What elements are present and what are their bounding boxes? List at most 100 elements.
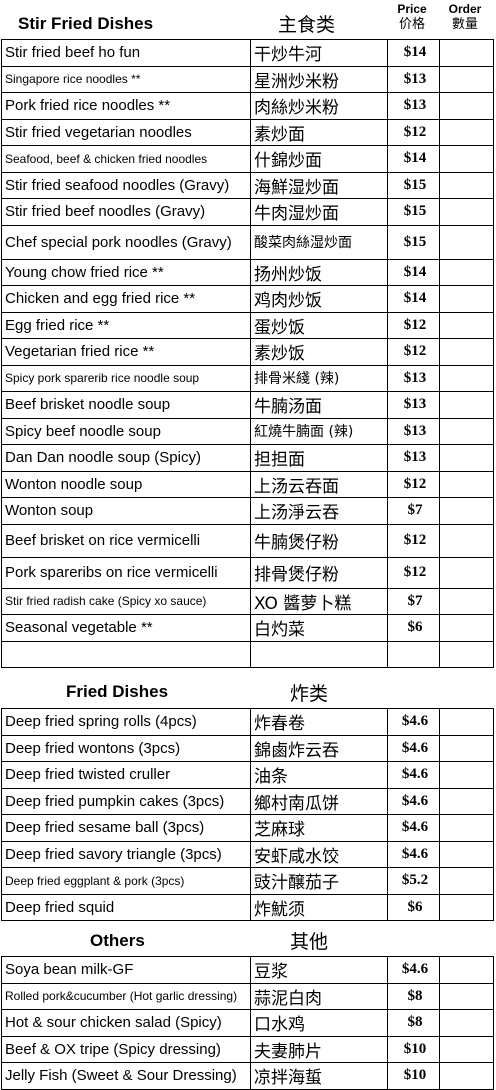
- dish-price: $15: [387, 224, 440, 260]
- order-quantity-cell[interactable]: [439, 708, 494, 736]
- dish-name-zh: 牛腩汤面: [250, 391, 388, 419]
- dish-price: $14: [387, 285, 440, 313]
- order-quantity-cell[interactable]: [439, 364, 494, 392]
- dish-price: $13: [387, 444, 440, 472]
- order-quantity-cell[interactable]: [439, 761, 494, 789]
- order-quantity-cell[interactable]: [439, 1062, 494, 1090]
- dish-price: $12: [387, 338, 440, 366]
- order-quantity-cell[interactable]: [439, 285, 494, 313]
- menu-row: Deep fried eggplant & pork (3pcs) 豉汁醸茄子 $5…: [1, 867, 494, 895]
- menu-row: [1, 640, 494, 668]
- dish-name-en: Beef & OX tripe (Spicy dressing): [1, 1035, 251, 1063]
- dish-name-zh: 安虾咸水饺: [250, 840, 388, 868]
- order-quantity-cell[interactable]: [439, 1035, 494, 1063]
- order-quantity-cell[interactable]: [439, 39, 494, 67]
- order-quantity-cell[interactable]: [439, 224, 494, 260]
- dish-name-en: Rolled pork&cucumber (Hot garlic dressin…: [1, 982, 251, 1010]
- order-quantity-cell[interactable]: [439, 171, 494, 199]
- order-quantity-cell[interactable]: [439, 814, 494, 842]
- order-quantity-cell[interactable]: [439, 198, 494, 226]
- order-quantity-cell[interactable]: [439, 956, 494, 984]
- dish-name-en: Young chow fried rice **: [1, 258, 251, 286]
- menu-row: Pork spareribs on rice vermicelli 排骨煲仔粉 $1…: [1, 556, 494, 589]
- dish-price: $12: [387, 523, 440, 558]
- menu-row: Stir fried vegetarian noodles 素炒面 $12: [1, 118, 494, 146]
- dish-name-zh: 干炒牛河: [250, 39, 388, 67]
- dish-name-zh: 油条: [250, 761, 388, 789]
- order-quantity-cell[interactable]: [439, 640, 494, 668]
- order-quantity-cell[interactable]: [439, 734, 494, 762]
- menu-row: Deep fried twisted cruller 油条 $4.6: [1, 761, 494, 789]
- menu-row: Hot & sour chicken salad (Spicy) 口水鸡 $8: [1, 1009, 494, 1037]
- menu-row: Seasonal vegetable ** 白灼菜 $6: [1, 614, 494, 642]
- dish-price: $12: [387, 311, 440, 339]
- order-quantity-cell[interactable]: [439, 556, 494, 589]
- order-header-en: Order: [448, 2, 482, 16]
- dish-name-zh: 什錦炒面: [250, 145, 388, 173]
- price-header-en: Price: [397, 2, 427, 16]
- menu-row: Chef special pork noodles (Gravy) 酸菜肉絲湿炒面…: [1, 224, 494, 260]
- dish-price: $12: [387, 118, 440, 146]
- order-quantity-cell[interactable]: [439, 92, 494, 120]
- dish-name-zh: 上汤云吞面: [250, 470, 388, 498]
- dish-name-zh: 錦鹵炸云吞: [250, 734, 388, 762]
- dish-price: $12: [387, 556, 440, 589]
- dish-name-zh: 扬州炒饭: [250, 258, 388, 286]
- order-quantity-cell[interactable]: [439, 391, 494, 419]
- menu-row: Wonton soup 上汤淨云吞 $7: [1, 497, 494, 525]
- order-quantity-cell[interactable]: [439, 338, 494, 366]
- order-quantity-cell[interactable]: [439, 840, 494, 868]
- order-quantity-cell[interactable]: [439, 470, 494, 498]
- stir-fried-header: Stir Fried Dishes 主食类 Price 价格 Order 數量: [0, 0, 496, 38]
- dish-name-en: Chef special pork noodles (Gravy): [1, 224, 251, 260]
- dish-name-zh: 豆浆: [250, 956, 388, 984]
- section-title-zh: 其他: [290, 931, 329, 953]
- dish-price: $15: [387, 171, 440, 199]
- dish-name-en: Deep fried spring rolls (4pcs): [1, 708, 251, 736]
- order-quantity-cell[interactable]: [439, 867, 494, 895]
- price-column-header: Price 价格: [388, 2, 436, 32]
- order-quantity-cell[interactable]: [439, 787, 494, 815]
- order-quantity-cell[interactable]: [439, 145, 494, 173]
- dish-price: $7: [387, 587, 440, 615]
- menu-row: Deep fried squid 炸魷须 $6: [1, 893, 494, 921]
- dish-name-zh: 牛肉湿炒面: [250, 198, 388, 226]
- order-quantity-cell[interactable]: [439, 614, 494, 642]
- dish-name-en: Stir fried beef ho fun: [1, 39, 251, 67]
- menu-row: Spicy beef noodle soup 紅燒牛腩面 (辣) $13: [1, 417, 494, 445]
- menu-row: Spicy pork sparerib rice noodle soup 排骨米綫…: [1, 364, 494, 392]
- dish-name-zh: 芝麻球: [250, 814, 388, 842]
- order-quantity-cell[interactable]: [439, 417, 494, 445]
- order-quantity-cell[interactable]: [439, 444, 494, 472]
- dish-name-en: Pork fried rice noodles **: [1, 92, 251, 120]
- menu-row: Wonton noodle soup 上汤云吞面 $12: [1, 470, 494, 498]
- dish-name-en: Deep fried pumpkin cakes (3pcs): [1, 787, 251, 815]
- dish-price: $7: [387, 497, 440, 525]
- order-quantity-cell[interactable]: [439, 65, 494, 93]
- order-quantity-cell[interactable]: [439, 118, 494, 146]
- menu-row: Stir fried radish cake (Spicy xo sauce) X…: [1, 587, 494, 615]
- dish-name-zh: 素炒面: [250, 118, 388, 146]
- dish-name-zh: 上汤淨云吞: [250, 497, 388, 525]
- order-quantity-cell[interactable]: [439, 893, 494, 921]
- order-quantity-cell[interactable]: [439, 497, 494, 525]
- order-quantity-cell[interactable]: [439, 587, 494, 615]
- dish-name-en: Jelly Fish (Sweet & Sour Dressing): [1, 1062, 251, 1090]
- order-quantity-cell[interactable]: [439, 523, 494, 558]
- dish-name-zh: 牛腩煲仔粉: [250, 523, 388, 558]
- dish-name-zh: 紅燒牛腩面 (辣): [250, 417, 388, 445]
- menu-row: Pork fried rice noodles ** 肉絲炒米粉 $13: [1, 92, 494, 120]
- dish-name-en: Dan Dan noodle soup (Spicy): [1, 444, 251, 472]
- menu-row: Egg fried rice ** 蛋炒饭 $12: [1, 311, 494, 339]
- dish-name-zh: 素炒饭: [250, 338, 388, 366]
- dish-name-en: Beef brisket on rice vermicelli: [1, 523, 251, 558]
- order-quantity-cell[interactable]: [439, 311, 494, 339]
- order-quantity-cell[interactable]: [439, 982, 494, 1010]
- order-quantity-cell[interactable]: [439, 258, 494, 286]
- dish-price: $13: [387, 417, 440, 445]
- order-quantity-cell[interactable]: [439, 1009, 494, 1037]
- dish-name-en: Stir fried radish cake (Spicy xo sauce): [1, 587, 251, 615]
- dish-name-en: Soya bean milk-GF: [1, 956, 251, 984]
- menu-row: Stir fried beef ho fun 干炒牛河 $14: [1, 39, 494, 67]
- menu-row: Deep fried wontons (3pcs) 錦鹵炸云吞 $4.6: [1, 734, 494, 762]
